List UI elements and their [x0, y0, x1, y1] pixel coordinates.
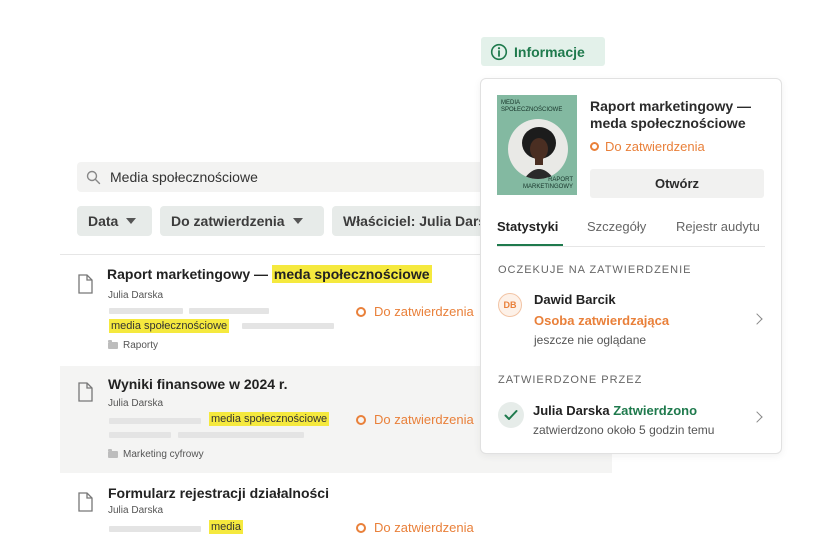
pending-section-header: OCZEKUJE NA ZATWIERDZENIE: [498, 264, 692, 276]
chevron-down-icon: [292, 218, 303, 224]
document-title[interactable]: Formularz rejestracji działalności: [108, 485, 329, 501]
approved-note: zatwierdzono około 5 godzin temu: [533, 423, 715, 437]
filter-date[interactable]: Data: [77, 206, 152, 236]
document-author: Julia Darska: [108, 290, 164, 301]
chevron-down-icon: [126, 218, 137, 224]
status-badge: Do zatwierdzenia: [356, 304, 474, 319]
status-ring-icon: [356, 306, 366, 317]
approver-role: Osoba zatwierdzająca: [534, 313, 670, 328]
document-folder[interactable]: Raporty: [108, 340, 158, 351]
document-icon: [78, 382, 93, 402]
folder-icon: [108, 449, 118, 458]
info-panel: MEDIA SPOŁECZNOŚCIOWE RAPORT MARKETINGOW…: [480, 78, 782, 454]
status-ring-icon: [590, 142, 599, 151]
status-ring-icon: [356, 522, 366, 533]
placeholder-line: [109, 418, 201, 424]
cover-title-line: SPOŁECZNOŚCIOWE: [501, 107, 563, 113]
cover-subtitle: RAPORT MARKETINGOWY: [523, 177, 573, 191]
cover-title: MEDIA SPOŁECZNOŚCIOWE: [501, 100, 562, 114]
document-row[interactable]: Formularz rejestracji działalności Julia…: [60, 476, 612, 552]
document-author: Julia Darska: [108, 398, 164, 409]
status-label: Do zatwierdzenia: [374, 412, 474, 427]
document-icon: [78, 274, 93, 294]
cover-title-line: MEDIA: [501, 100, 521, 106]
cover-photo: [508, 119, 568, 179]
panel-status-badge: Do zatwierdzenia: [590, 139, 705, 154]
info-icon: [490, 43, 508, 60]
tab-details[interactable]: Szczegóły: [587, 219, 646, 234]
matched-tag: media: [209, 520, 243, 534]
status-badge: Do zatwierdzenia: [356, 520, 474, 535]
approver-name: Dawid Barcik: [534, 292, 616, 307]
cover-subtitle-line: MARKETINGOWY: [522, 184, 573, 190]
folder-label: Marketing cyfrowy: [123, 449, 204, 460]
approver-note: jeszcze nie oglądane: [534, 333, 647, 347]
search-query: Media społecznościowe: [110, 169, 258, 185]
tab-statistics[interactable]: Statystyki: [497, 219, 558, 234]
filter-owner[interactable]: Właściciel: Julia Darska: [332, 206, 500, 236]
filter-date-label: Data: [88, 213, 119, 229]
placeholder-line: [109, 526, 201, 532]
document-icon: [78, 492, 93, 512]
document-title[interactable]: Wyniki finansowe w 2024 r.: [108, 376, 287, 392]
placeholder-line: [109, 308, 183, 314]
document-title-text: Raport marketingowy —: [107, 266, 272, 282]
folder-label: Raporty: [123, 340, 159, 351]
active-tab-indicator: [497, 244, 563, 246]
approver-line: Julia Darska Zatwierdzono: [533, 403, 697, 418]
panel-status-label: Do zatwierdzenia: [605, 139, 705, 154]
tab-audit-log[interactable]: Rejestr audytu: [676, 219, 760, 234]
panel-tabs: Statystyki Szczegóły Rejestr audytu: [497, 217, 765, 247]
info-tab-label: Informacje: [514, 43, 585, 60]
placeholder-line: [189, 308, 269, 314]
filter-pending-label: Do zatwierdzenia: [171, 213, 285, 229]
cover-subtitle-line: RAPORT: [548, 177, 573, 183]
approved-section-header: ZATWIERDZONE PRZEZ: [498, 374, 643, 386]
chevron-right-icon: [751, 411, 763, 423]
panel-document-title: Raport marketingowy — meda społecznościo…: [590, 98, 752, 131]
document-author: Julia Darska: [108, 505, 164, 516]
document-folder[interactable]: Marketing cyfrowy: [108, 449, 204, 460]
filter-owner-label: Właściciel: Julia Darska: [343, 213, 500, 229]
chevron-right-icon: [751, 313, 763, 325]
placeholder-line: [242, 323, 334, 329]
matched-tag: media społecznościowe: [209, 412, 330, 426]
matched-tag: media społecznościowe: [109, 319, 230, 333]
status-ring-icon: [356, 414, 366, 425]
status-label: Do zatwierdzenia: [374, 520, 474, 535]
search-icon: [86, 169, 102, 185]
status-badge: Do zatwierdzenia: [356, 412, 474, 427]
open-button[interactable]: Otwórz: [590, 169, 764, 198]
placeholder-line: [109, 432, 171, 438]
placeholder-line: [178, 432, 304, 438]
search-input[interactable]: Media społecznościowe: [77, 162, 497, 192]
status-label: Do zatwierdzenia: [374, 304, 474, 319]
avatar: DB: [498, 293, 522, 317]
info-tab[interactable]: Informacje: [481, 37, 605, 66]
document-thumbnail[interactable]: MEDIA SPOŁECZNOŚCIOWE RAPORT MARKETINGOW…: [497, 95, 577, 195]
search-highlight: meda społecznościowe: [271, 265, 432, 283]
filter-pending[interactable]: Do zatwierdzenia: [160, 206, 324, 236]
document-title[interactable]: Raport marketingowy — meda społecznościo…: [107, 265, 432, 283]
list-divider: [60, 254, 500, 255]
approver-name: Julia Darska: [533, 403, 610, 418]
check-icon: [498, 402, 524, 428]
folder-icon: [108, 340, 118, 349]
approved-status: Zatwierdzono: [613, 403, 698, 418]
